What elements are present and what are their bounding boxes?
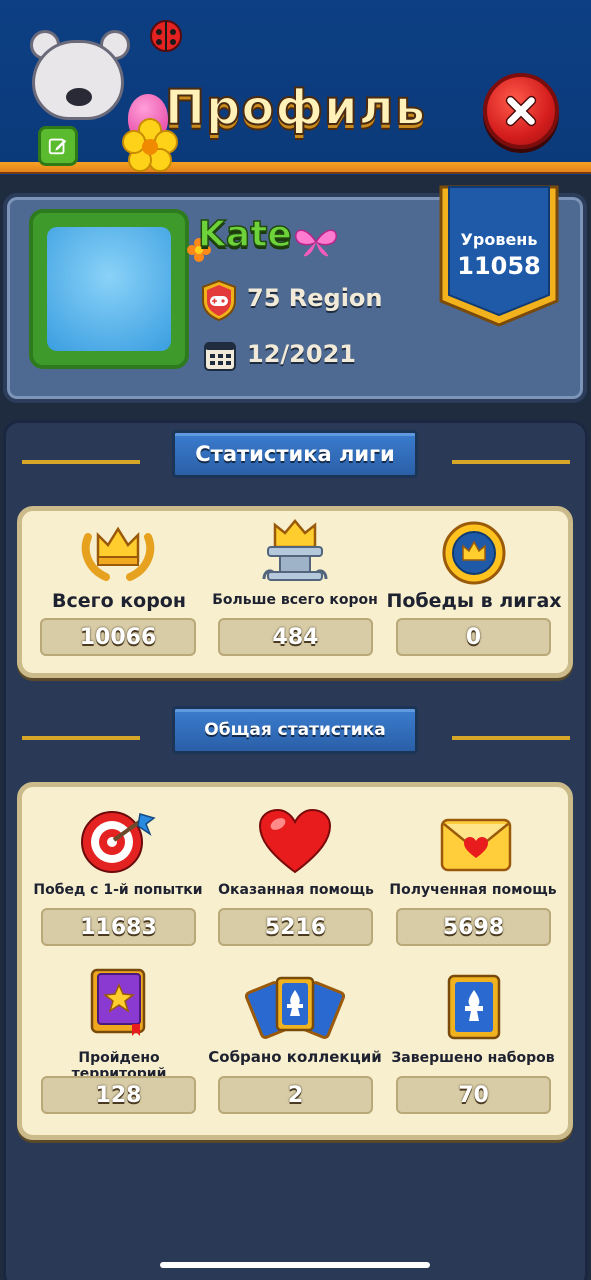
stat-value: 11683 [41,908,196,946]
yellow-flower-icon [122,118,178,172]
join-date: 12/2021 [247,340,356,368]
close-x-icon [505,95,537,127]
stat-value: 10066 [40,618,196,656]
ribbon-divider [452,460,570,464]
close-button[interactable] [483,73,559,149]
avatar-background [47,227,171,351]
stat-label: Полученная помощь [389,882,557,898]
username: Kate [197,213,292,256]
general-stats-title: Общая статистика [204,720,386,740]
stat-value: 128 [41,1076,196,1114]
stat-value: 2 [218,1076,373,1114]
stat-value: 484 [218,618,373,656]
stat-value: 70 [396,1076,551,1114]
league-stats-ribbon: Статистика лиги [172,430,418,478]
edit-avatar-button[interactable] [38,126,78,166]
avatar[interactable] [29,209,189,369]
bear-avatar-icon [32,40,124,120]
level-label: Уровень [460,230,538,249]
stat-label: Победы в лигах [386,590,562,612]
crown-medal-icon [442,521,506,585]
region-label: 75 Region [247,284,383,312]
level-value: 11058 [457,252,541,280]
stat-value: 5216 [218,908,373,946]
stat-value: 5698 [396,908,551,946]
stat-value: 0 [396,618,551,656]
stat-label: Всего корон [52,590,186,612]
crown-laurel-icon [81,526,155,581]
ribbon-divider [22,460,140,464]
heart-envelope-icon [440,818,512,872]
target-dart-icon [81,811,156,873]
edit-pencil-icon [48,138,67,155]
stat-label: Собрано коллекций [208,1048,382,1066]
ladybug-icon [150,20,182,52]
ribbon-divider [22,736,140,740]
star-book-icon [90,968,146,1036]
stat-label: Оказанная помощь [218,882,374,898]
crown-pedestal-icon [262,519,328,581]
calendar-icon [204,342,236,371]
home-indicator[interactable] [160,1262,430,1268]
ribbon-divider [452,736,570,740]
stat-label: Больше всего корон [212,592,378,608]
stat-label: Побед с 1-й попытки [33,882,203,898]
bear-nose-icon [66,88,92,106]
league-stats-title: Статистика лиги [195,442,395,466]
region-gamepad-icon [202,279,236,321]
heart-icon [258,808,332,874]
butterfly-icon [295,229,337,257]
general-stats-ribbon: Общая статистика [172,706,418,754]
header-stripe [0,162,591,174]
stat-label: Завершено наборов [391,1050,555,1066]
fleur-card-icon [447,974,501,1040]
card-fan-icon [245,976,345,1039]
